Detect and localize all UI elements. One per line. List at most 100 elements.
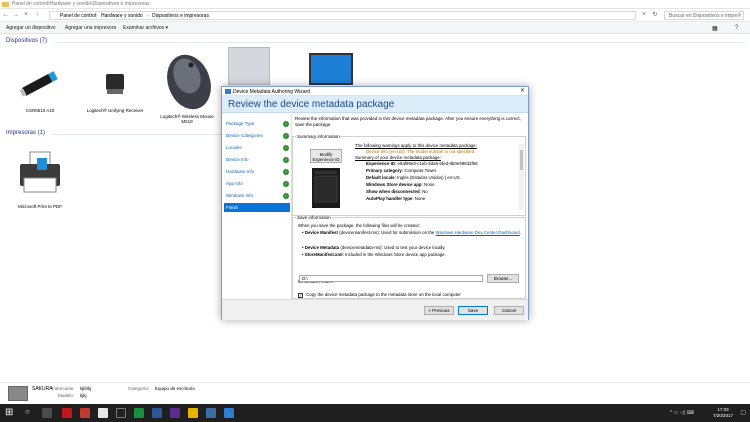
netflix-icon[interactable] bbox=[80, 408, 90, 418]
checkmark-icon: ✓ bbox=[283, 120, 289, 127]
step-package-type[interactable]: Package Type ✓ bbox=[224, 119, 290, 128]
bluetooth-adapter-icon bbox=[19, 71, 58, 97]
checkmark-icon: ✓ bbox=[283, 156, 289, 163]
summary-legend: Summary information bbox=[297, 134, 340, 139]
address-dropdown-icon[interactable]: ˅ bbox=[640, 12, 648, 19]
search-icon[interactable]: ○ bbox=[25, 407, 30, 416]
cancel-button[interactable]: Cancel bbox=[494, 306, 524, 315]
step-finish[interactable]: Finish bbox=[224, 203, 290, 212]
view-options-icon[interactable]: ▦ bbox=[712, 25, 718, 32]
taskbar-clock[interactable]: 17:33 7/20/2017 bbox=[713, 407, 733, 418]
wizard-titlebar: Device Metadata Authoring Wizard ✕ bbox=[222, 87, 528, 96]
help-icon[interactable]: ? bbox=[735, 25, 738, 31]
wizard-title: Device Metadata Authoring Wizard bbox=[233, 88, 310, 95]
details-pane: SAKURA Fabricante: kjkhkj Modelo: kjkj C… bbox=[0, 382, 750, 404]
search-icon: ⌕ bbox=[738, 12, 741, 18]
summary-row-autoplay: AutoPlay handler type: None bbox=[366, 196, 426, 201]
taskbar: ⊞ ○ ^ ▭ ◁) ⌨ 17:33 7/20/2017 ▢ bbox=[0, 404, 750, 422]
recent-chevron-icon[interactable]: ˅ bbox=[22, 12, 30, 19]
monitor-icon[interactable] bbox=[309, 53, 353, 85]
model-label: Modelo: bbox=[58, 393, 75, 398]
device-unifying-receiver[interactable]: Logitech® Unifying Receiver bbox=[85, 62, 145, 113]
printer-icon bbox=[20, 151, 60, 193]
destination-folder-input[interactable]: D:\ bbox=[299, 275, 483, 282]
devices-group-header[interactable]: Dispositivos (7) bbox=[6, 38, 47, 44]
control-panel-icon[interactable] bbox=[206, 408, 216, 418]
save-intro-text: When you save the package, the following… bbox=[298, 223, 420, 228]
copy-checkbox-label: Copy the device metadata package to the … bbox=[306, 292, 461, 297]
navigation-bar: ← → ˅ ↑ Panel de control › Hardware y so… bbox=[0, 9, 750, 22]
forward-arrow-icon[interactable]: → bbox=[12, 12, 20, 19]
address-bar[interactable]: Panel de control › Hardware y sonido › D… bbox=[49, 11, 636, 20]
opera-icon[interactable] bbox=[62, 408, 72, 418]
task-view-icon[interactable] bbox=[42, 408, 52, 418]
breadcrumb-hardware[interactable]: Hardware y sonido bbox=[101, 13, 143, 19]
breadcrumb-control-panel[interactable]: Panel de control bbox=[60, 13, 96, 19]
category-label: Categoría: bbox=[128, 386, 150, 391]
summary-scrollbar[interactable] bbox=[519, 144, 524, 210]
device-label: Logitech® Unifying Receiver bbox=[86, 107, 144, 113]
system-tray-icons[interactable]: ^ ▭ ◁) ⌨ bbox=[670, 410, 694, 416]
breadcrumb-devices[interactable]: Dispositivos e impresoras bbox=[152, 13, 209, 19]
device-label: Logitech® Wireless Mouse M510 bbox=[160, 113, 214, 125]
file-explorer-icon[interactable] bbox=[188, 408, 198, 418]
scrollbar-thumb[interactable] bbox=[520, 150, 523, 170]
step-device-info[interactable]: Device Info ✓ bbox=[224, 155, 290, 164]
app-icon[interactable] bbox=[170, 408, 180, 418]
device-label: CSR8510 A10 bbox=[25, 107, 55, 113]
step-app-info[interactable]: App Info ✓ bbox=[224, 179, 290, 188]
store-icon[interactable] bbox=[98, 408, 108, 418]
printer-microsoft-pdf[interactable]: Microsoft Print to PDF bbox=[8, 148, 72, 209]
save-button[interactable]: Save bbox=[458, 306, 488, 315]
notifications-icon[interactable]: ▢ bbox=[740, 409, 746, 416]
manufacturer-value: kjkhkj bbox=[80, 386, 92, 391]
wizard-footer: < Previous Save Cancel bbox=[222, 299, 528, 320]
checkmark-icon: ✓ bbox=[283, 132, 289, 139]
printers-group-header[interactable]: Impresoras (1) bbox=[6, 130, 45, 136]
mouse-icon bbox=[167, 54, 211, 110]
wizard-app-icon bbox=[225, 89, 231, 94]
dev-center-link[interactable]: Windows Hardware Dev Center Dashboard bbox=[436, 230, 520, 235]
back-arrow-icon[interactable]: ← bbox=[2, 12, 10, 19]
summary-row-default-locale: Default locale: Inglés (Estados Unidos) … bbox=[366, 175, 460, 180]
usb-receiver-icon bbox=[106, 74, 124, 94]
add-device-button[interactable]: Agregar un dispositivo bbox=[6, 25, 55, 31]
start-windows-icon[interactable]: ⊞ bbox=[5, 407, 13, 418]
step-device-categories[interactable]: Device Categories ✓ bbox=[224, 131, 290, 140]
step-locales[interactable]: Locales ✓ bbox=[224, 143, 290, 152]
device-wireless-mouse[interactable]: Logitech® Wireless Mouse M510 bbox=[155, 50, 219, 125]
wizard-taskbar-icon[interactable] bbox=[224, 408, 234, 418]
save-legend: Save information bbox=[297, 215, 331, 220]
file-item-device-metadata: • Device Metadata (devicemetadata-ms): U… bbox=[302, 245, 446, 250]
printer-label: Microsoft Print to PDF bbox=[17, 203, 62, 209]
summary-row-primary-category: Primary category: Computer.Tower bbox=[366, 168, 437, 173]
browse-button[interactable]: Browse... bbox=[487, 274, 519, 283]
file-item-device-manifest: • Device Manifest (devicemanifest-ms): U… bbox=[302, 230, 521, 235]
add-printer-button[interactable]: Agregar una impresora bbox=[65, 25, 116, 31]
metadata-wizard-dialog: Device Metadata Authoring Wizard ✕ Revie… bbox=[221, 86, 529, 320]
previous-button[interactable]: < Previous bbox=[424, 306, 454, 315]
copy-to-store-checkbox[interactable]: ✓ bbox=[298, 293, 303, 298]
summary-row-experience-id: Experience ID: e5af96e8-c1eb-4da6-bfed-8… bbox=[366, 161, 478, 166]
modify-experience-id-button[interactable]: Modify Experience ID bbox=[310, 149, 342, 163]
wizard-steps: Package Type ✓ Device Categories ✓ Locales… bbox=[222, 114, 292, 306]
summary-row-store-app: Windows Store device app: None bbox=[366, 182, 435, 187]
device-name: SAKURA bbox=[32, 386, 53, 392]
app-icon[interactable] bbox=[152, 408, 162, 418]
computer-tower-image bbox=[312, 168, 340, 208]
browse-files-button[interactable]: Examinar archivos ▾ bbox=[123, 25, 168, 31]
step-windows-info[interactable]: Windows Info ✓ bbox=[224, 191, 290, 200]
close-icon[interactable]: ✕ bbox=[520, 87, 525, 94]
refresh-icon[interactable]: ↻ bbox=[651, 12, 659, 19]
search-input[interactable]: Buscar en Dispositivos e impre... ⌕ bbox=[664, 11, 744, 20]
media-icon[interactable] bbox=[116, 408, 126, 418]
computer-tower-icon[interactable] bbox=[228, 47, 270, 85]
computer-thumbnail-icon bbox=[8, 386, 28, 401]
save-groupbox: Save information When you save the packa… bbox=[292, 215, 526, 299]
step-hardware-info[interactable]: Hardware Info ✓ bbox=[224, 167, 290, 176]
up-arrow-icon[interactable]: ↑ bbox=[33, 12, 41, 19]
command-bar: Agregar un dispositivo Agregar una impre… bbox=[0, 22, 750, 34]
summary-groupbox: Summary information Modify Experience ID… bbox=[292, 134, 526, 216]
device-csr8510[interactable]: CSR8510 A10 bbox=[10, 62, 70, 113]
app-icon[interactable] bbox=[134, 408, 144, 418]
